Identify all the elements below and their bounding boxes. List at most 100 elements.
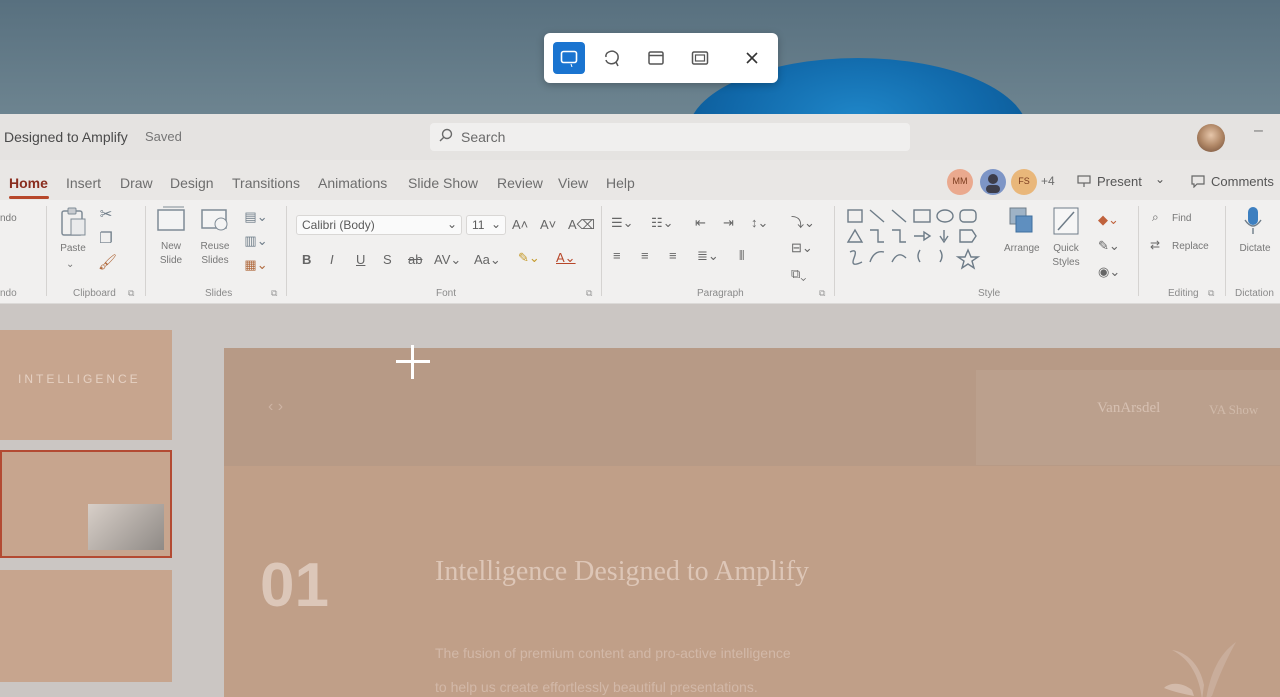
smartart-icon[interactable]: ⧉⌄ — [791, 266, 806, 282]
dialog-launcher-icon[interactable]: ⧉ — [128, 288, 134, 299]
copy-icon[interactable]: ❐ — [98, 230, 114, 248]
slide-thumbnail[interactable] — [0, 570, 172, 682]
strikethrough-icon[interactable]: ab — [408, 252, 422, 267]
snipping-toolbar — [544, 33, 778, 83]
collaborator-avatar[interactable] — [980, 169, 1006, 195]
fullscreen-mode-button[interactable] — [684, 42, 716, 74]
font-family-select[interactable]: Calibri (Body) ⌄ — [296, 215, 462, 235]
align-left-icon[interactable]: ≡ — [613, 248, 621, 263]
tab-transitions[interactable]: Transitions — [232, 175, 300, 191]
justify-icon[interactable]: ≣⌄ — [697, 248, 719, 264]
dialog-launcher-icon[interactable]: ⧉ — [819, 288, 825, 299]
microphone-icon[interactable] — [1243, 206, 1263, 236]
underline-icon[interactable]: U — [356, 252, 365, 267]
present-icon — [1077, 174, 1091, 191]
decrease-indent-icon[interactable]: ⇤ — [695, 215, 706, 231]
editing-group-label: Editing — [1168, 288, 1199, 299]
quick-styles-label[interactable]: Quick Styles — [1046, 242, 1086, 270]
numbering-icon[interactable]: ☷⌄ — [651, 215, 674, 231]
cut-icon[interactable]: ✂ — [98, 206, 114, 224]
tab-slide-show[interactable]: Slide Show — [408, 175, 478, 191]
new-slide-label[interactable]: New Slide — [153, 240, 189, 268]
font-size-select[interactable]: 11 ⌄ — [466, 215, 506, 235]
chevron-down-icon[interactable]: ⌄ — [1155, 172, 1165, 186]
dialog-launcher-icon[interactable]: ⧉ — [586, 288, 592, 299]
line-spacing-icon[interactable]: ↕⌄ — [751, 215, 768, 231]
tab-help[interactable]: Help — [606, 175, 635, 191]
slide-thumbnail-selected[interactable] — [0, 450, 172, 558]
paste-label[interactable]: Paste — [58, 242, 88, 256]
tab-review[interactable]: Review — [497, 175, 543, 191]
format-painter-icon[interactable]: 🖌 — [98, 254, 117, 272]
reuse-slides-label[interactable]: Reuse Slides — [197, 240, 233, 268]
replace-icon[interactable]: ⇄ — [1150, 238, 1160, 252]
align-text-icon[interactable]: ⊟⌄ — [791, 240, 813, 256]
crosshair-cursor — [396, 345, 430, 379]
character-spacing-icon[interactable]: AV⌄ — [434, 252, 461, 268]
bullets-icon[interactable]: ☰⌄ — [611, 215, 634, 231]
replace-button[interactable]: Replace — [1172, 240, 1209, 254]
arrange-label[interactable]: Arrange — [1004, 242, 1040, 256]
chevron-down-icon: ⌄ — [446, 217, 457, 231]
undo-button[interactable]: ndo — [0, 212, 17, 226]
tab-animations[interactable]: Animations — [318, 175, 387, 191]
find-button[interactable]: Find — [1172, 212, 1191, 226]
dictate-label[interactable]: Dictate — [1235, 242, 1275, 256]
chevron-down-icon[interactable]: ⌄ — [66, 258, 74, 272]
highlight-icon[interactable]: ✎⌄ — [518, 250, 540, 266]
comments-button[interactable]: Comments — [1183, 169, 1277, 195]
increase-font-icon[interactable]: A˄ — [512, 217, 528, 232]
decrease-font-icon[interactable]: A˅ — [540, 217, 556, 232]
collaborator-avatar[interactable]: FS — [1011, 169, 1037, 195]
shadow-icon[interactable]: S — [383, 252, 392, 267]
clear-formatting-icon[interactable]: A⌫ — [568, 217, 595, 233]
more-collaborators[interactable]: +4 — [1041, 174, 1055, 188]
italic-icon[interactable]: I — [330, 252, 334, 267]
shapes-gallery[interactable] — [844, 206, 994, 280]
arrange-icon[interactable] — [1004, 206, 1038, 236]
paste-icon[interactable] — [58, 206, 88, 236]
change-case-icon[interactable]: Aa⌄ — [474, 252, 501, 268]
increase-indent-icon[interactable]: ⇥ — [723, 215, 734, 231]
divider — [834, 206, 835, 296]
tab-design[interactable]: Design — [170, 175, 214, 191]
shape-outline-icon[interactable]: ✎⌄ — [1098, 238, 1120, 254]
workspace: INTELLIGENCE ‹ › VanArsdel VA Show 01 In… — [0, 304, 1280, 697]
quick-styles-icon[interactable] — [1050, 206, 1084, 236]
tab-home[interactable]: Home — [9, 175, 48, 191]
present-button[interactable]: Present ⌄ — [1067, 169, 1174, 195]
shape-effects-icon[interactable]: ◉⌄ — [1098, 264, 1120, 280]
freeform-mode-button[interactable] — [596, 42, 628, 74]
close-snip-button[interactable] — [736, 42, 768, 74]
slide-thumbnail[interactable]: INTELLIGENCE — [0, 330, 172, 440]
dialog-launcher-icon[interactable]: ⧉ — [1208, 288, 1214, 299]
new-slide-icon[interactable] — [155, 206, 187, 239]
divider — [601, 206, 602, 296]
text-direction-icon[interactable]: ⤵⌄ — [791, 212, 815, 231]
columns-icon[interactable]: ⫴ — [739, 248, 744, 264]
bold-icon[interactable]: B — [302, 252, 311, 267]
align-right-icon[interactable]: ≡ — [669, 248, 677, 263]
section-icon[interactable]: ▦⌄ — [241, 256, 271, 274]
tab-insert[interactable]: Insert — [66, 175, 101, 191]
dialog-launcher-icon[interactable]: ⧉ — [271, 288, 277, 299]
slide-canvas[interactable]: ‹ › VanArsdel VA Show 01 Intelligence De… — [224, 348, 1280, 697]
align-center-icon[interactable]: ≡ — [641, 248, 649, 263]
search-icon[interactable]: ⌕ — [1152, 210, 1159, 225]
window-mode-button[interactable] — [640, 42, 672, 74]
minimize-button[interactable]: – — [1254, 122, 1263, 140]
slides-group: New Slide Reuse Slides ▤⌄ ▥⌄ ▦⌄ Slides ⧉ — [147, 200, 285, 304]
divider — [1138, 206, 1139, 296]
rectangle-mode-button[interactable] — [553, 42, 585, 74]
user-avatar[interactable] — [1197, 124, 1225, 152]
search-box[interactable]: Search — [430, 123, 910, 151]
tab-draw[interactable]: Draw — [120, 175, 153, 191]
shape-fill-icon[interactable]: ◆⌄ — [1098, 212, 1119, 228]
reset-icon[interactable]: ▥⌄ — [241, 232, 271, 250]
font-color-icon[interactable]: A⌄ — [556, 250, 576, 266]
layout-icon[interactable]: ▤⌄ — [241, 208, 271, 226]
clipboard-group: Paste ⌄ ✂ ❐ 🖌 Clipboard ⧉ — [48, 200, 144, 304]
tab-view[interactable]: View — [558, 175, 588, 191]
collaborator-avatar[interactable]: MM — [947, 169, 973, 195]
reuse-slides-icon[interactable] — [199, 206, 231, 239]
